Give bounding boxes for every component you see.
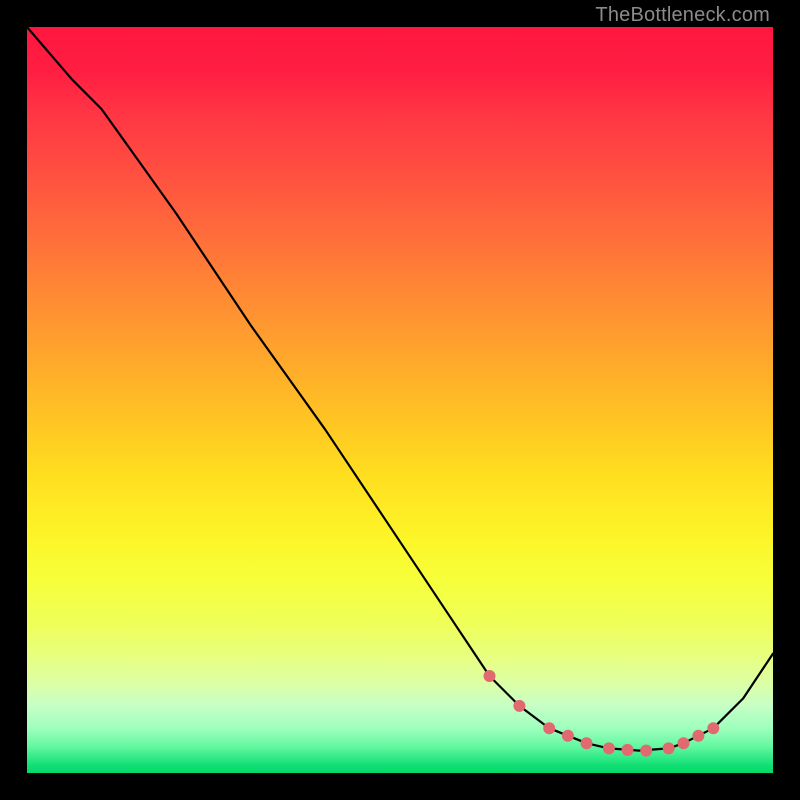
marker-point bbox=[543, 722, 555, 734]
marker-point bbox=[603, 742, 615, 754]
marker-point bbox=[663, 742, 675, 754]
watermark-text: TheBottleneck.com bbox=[595, 4, 770, 27]
chart-stage: TheBottleneck.com bbox=[0, 0, 800, 800]
marker-point bbox=[707, 722, 719, 734]
chart-svg bbox=[27, 27, 773, 773]
marker-point bbox=[562, 730, 574, 742]
marker-point bbox=[622, 744, 634, 756]
marker-point bbox=[484, 670, 496, 682]
optimal-range-points bbox=[484, 670, 720, 757]
marker-point bbox=[513, 700, 525, 712]
bottleneck-curve bbox=[27, 27, 773, 751]
plot-area bbox=[27, 27, 773, 773]
marker-point bbox=[581, 737, 593, 749]
marker-point bbox=[692, 730, 704, 742]
marker-point bbox=[678, 737, 690, 749]
marker-point bbox=[640, 745, 652, 757]
